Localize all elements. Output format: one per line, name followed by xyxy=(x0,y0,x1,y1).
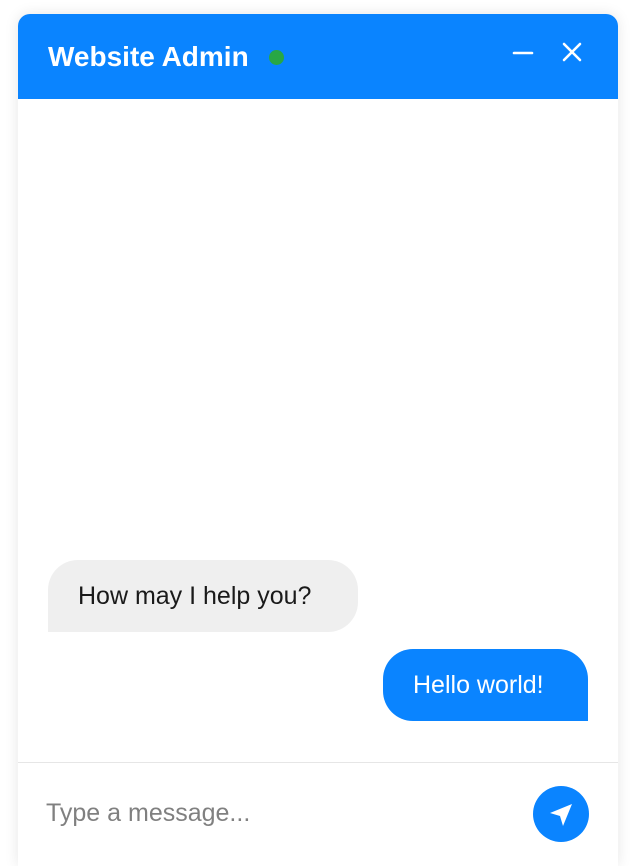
close-icon xyxy=(562,42,582,62)
send-icon xyxy=(550,804,572,826)
outgoing-message: Hello world! xyxy=(383,649,588,721)
chat-title: Website Admin xyxy=(48,41,249,72)
chat-header: Website Admin xyxy=(18,14,618,99)
online-status-indicator xyxy=(269,50,284,65)
message-composer xyxy=(18,762,618,866)
minimize-button[interactable] xyxy=(509,38,537,66)
send-button[interactable] xyxy=(533,786,589,842)
message-input[interactable] xyxy=(46,791,516,835)
message-list[interactable]: How may I help you? Hello world! xyxy=(18,99,618,762)
minimize-icon xyxy=(512,51,534,55)
incoming-message: How may I help you? xyxy=(48,560,358,632)
chat-widget: Website Admin How may I help you? Hello … xyxy=(18,14,618,866)
close-button[interactable] xyxy=(558,38,586,66)
